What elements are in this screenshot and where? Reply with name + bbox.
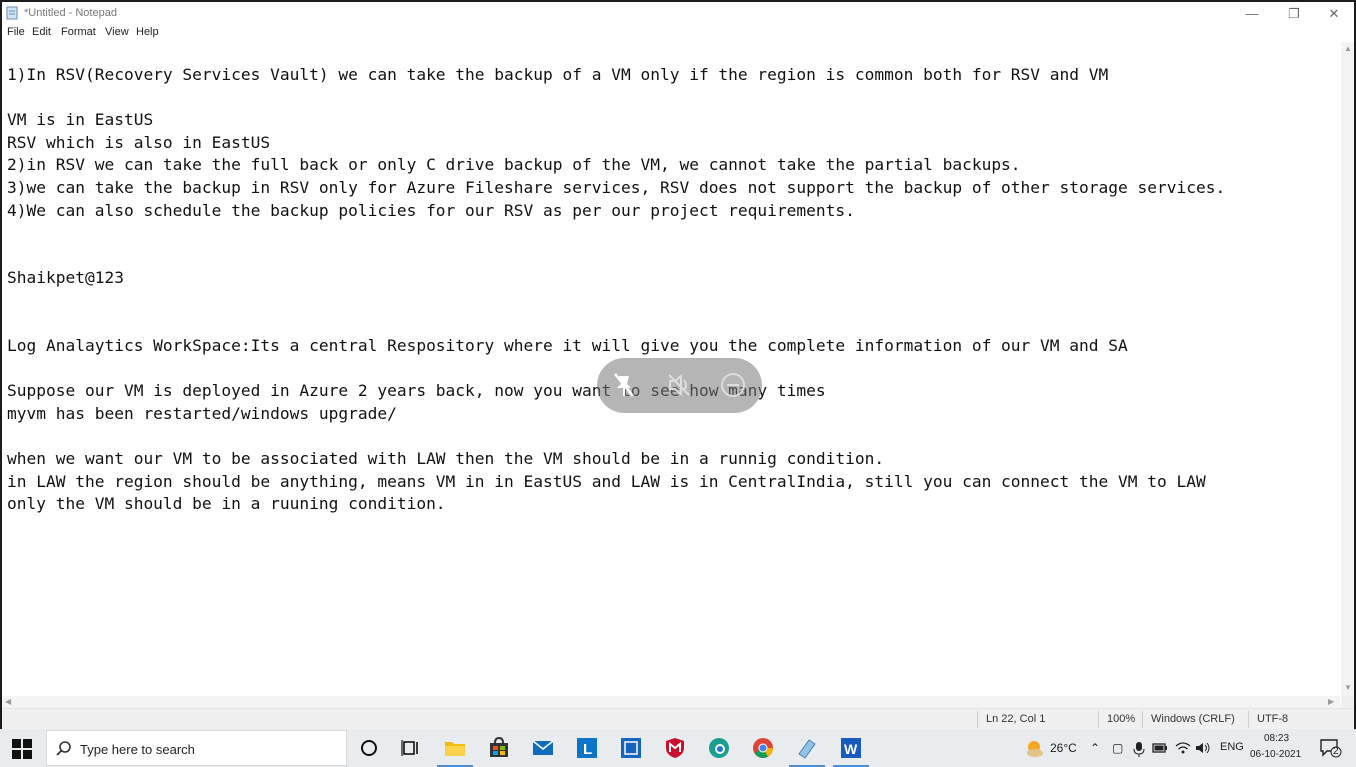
editor-line: 1)In RSV(Recovery Services Vault) we can… — [7, 65, 1109, 84]
status-zoom: 100% — [1107, 713, 1136, 725]
svg-text:W: W — [844, 741, 858, 757]
editor-content[interactable]: 1)In RSV(Recovery Services Vault) we can… — [7, 64, 1225, 516]
clock-time[interactable]: 08:23 — [1264, 733, 1289, 744]
task-view-icon[interactable] — [399, 736, 423, 760]
close-button[interactable]: ✕ — [1314, 4, 1354, 24]
file-explorer-icon[interactable] — [443, 736, 467, 760]
temperature-label[interactable]: 26°C — [1050, 741, 1077, 755]
editor-line: 2)in RSV we can take the full back or on… — [7, 155, 1021, 175]
cortana-icon[interactable] — [357, 736, 381, 760]
search-placeholder: Type here to search — [80, 742, 195, 757]
editor-line: myvm has been restarted/windows upgrade/ — [7, 403, 397, 423]
chrome-browser-icon[interactable] — [751, 736, 775, 760]
window-title: *Untitled - Notepad — [24, 7, 117, 19]
microphone-icon[interactable] — [1132, 741, 1146, 757]
wifi-icon[interactable] — [1175, 741, 1191, 755]
minimize-button[interactable]: — — [1232, 4, 1272, 24]
svg-text:L: L — [583, 741, 592, 758]
battery-icon[interactable] — [1152, 742, 1168, 754]
scroll-corner — [1341, 696, 1354, 708]
language-indicator[interactable]: ENG — [1220, 741, 1244, 753]
notepad-app-icon — [6, 6, 18, 20]
mcafee-shield-icon[interactable] — [663, 736, 687, 760]
taskbar-search-box[interactable]: Type here to search — [46, 730, 347, 766]
horizontal-scrollbar[interactable]: ◀ ▶ — [2, 696, 1340, 708]
vertical-scrollbar[interactable]: ▲ ▼ — [1341, 42, 1354, 696]
status-separator — [1248, 711, 1249, 728]
editor-line: when we want our VM to be associated wit… — [7, 449, 885, 469]
status-separator — [1142, 711, 1143, 728]
notification-count: 2 — [1333, 746, 1339, 757]
mail-icon[interactable] — [531, 736, 555, 760]
scroll-down-icon[interactable]: ▼ — [1344, 683, 1352, 692]
editor-line: RSV which is also in EastUS — [7, 132, 271, 152]
word-icon[interactable]: W — [839, 736, 863, 760]
minus-circle-icon[interactable] — [718, 370, 748, 400]
status-position: Ln 22, Col 1 — [986, 713, 1046, 725]
editor-line: Log Analaytics WorkSpace:Its a central R… — [7, 336, 1128, 356]
status-separator — [1098, 711, 1099, 728]
menu-format[interactable]: Format — [61, 26, 96, 38]
title-bar[interactable]: *Untitled - Notepad — ❐ ✕ — [2, 2, 1354, 24]
mute-icon[interactable] — [664, 370, 694, 400]
notepad-taskbar-icon[interactable] — [795, 736, 819, 760]
recording-controls-overlay — [597, 358, 762, 413]
chevron-up-icon[interactable]: ⌃ — [1090, 741, 1100, 755]
meet-now-icon[interactable]: ▢ — [1112, 741, 1123, 755]
taskbar: Type here to search L W 26°C ⌃ ▢ ENG 08:… — [0, 729, 1356, 767]
volume-icon[interactable] — [1195, 741, 1211, 755]
editor-line: only the VM should be in a ruuning condi… — [7, 494, 446, 514]
status-separator — [977, 711, 978, 728]
status-encoding: UTF-8 — [1257, 713, 1289, 725]
windows-start-icon[interactable] — [12, 739, 32, 759]
editor-line: Shaikpet@123 — [7, 268, 124, 288]
scroll-right-icon[interactable]: ▶ — [1328, 697, 1334, 706]
menu-file[interactable]: File — [7, 26, 25, 38]
menu-edit[interactable]: Edit — [32, 26, 51, 38]
scroll-up-icon[interactable]: ▲ — [1344, 44, 1352, 53]
editor-line: 3)we can take the backup in RSV only for… — [7, 177, 1226, 197]
editor-line: VM is in EastUS — [7, 110, 154, 130]
menu-view[interactable]: View — [105, 26, 129, 38]
clock-date[interactable]: 06-10-2021 — [1250, 749, 1301, 760]
maximize-button[interactable]: ❐ — [1274, 4, 1314, 24]
search-icon — [56, 741, 71, 756]
lync-icon[interactable]: L — [575, 736, 599, 760]
editor-line: 4)We can also schedule the backup polici… — [7, 200, 855, 220]
weather-icon[interactable] — [1022, 736, 1046, 760]
store-icon[interactable] — [487, 736, 511, 760]
menu-bar: File Edit Format View Help — [2, 24, 1354, 42]
pin-off-icon[interactable] — [609, 370, 639, 400]
menu-help[interactable]: Help — [136, 26, 159, 38]
status-line-ending: Windows (CRLF) — [1151, 713, 1235, 725]
outlook-icon[interactable] — [619, 736, 643, 760]
scroll-left-icon[interactable]: ◀ — [5, 697, 11, 706]
editor-line: in LAW the region should be anything, me… — [7, 471, 1206, 491]
edge-browser-icon[interactable] — [707, 736, 731, 760]
status-bar: Ln 22, Col 1 100% Windows (CRLF) UTF-8 — [2, 708, 1354, 729]
